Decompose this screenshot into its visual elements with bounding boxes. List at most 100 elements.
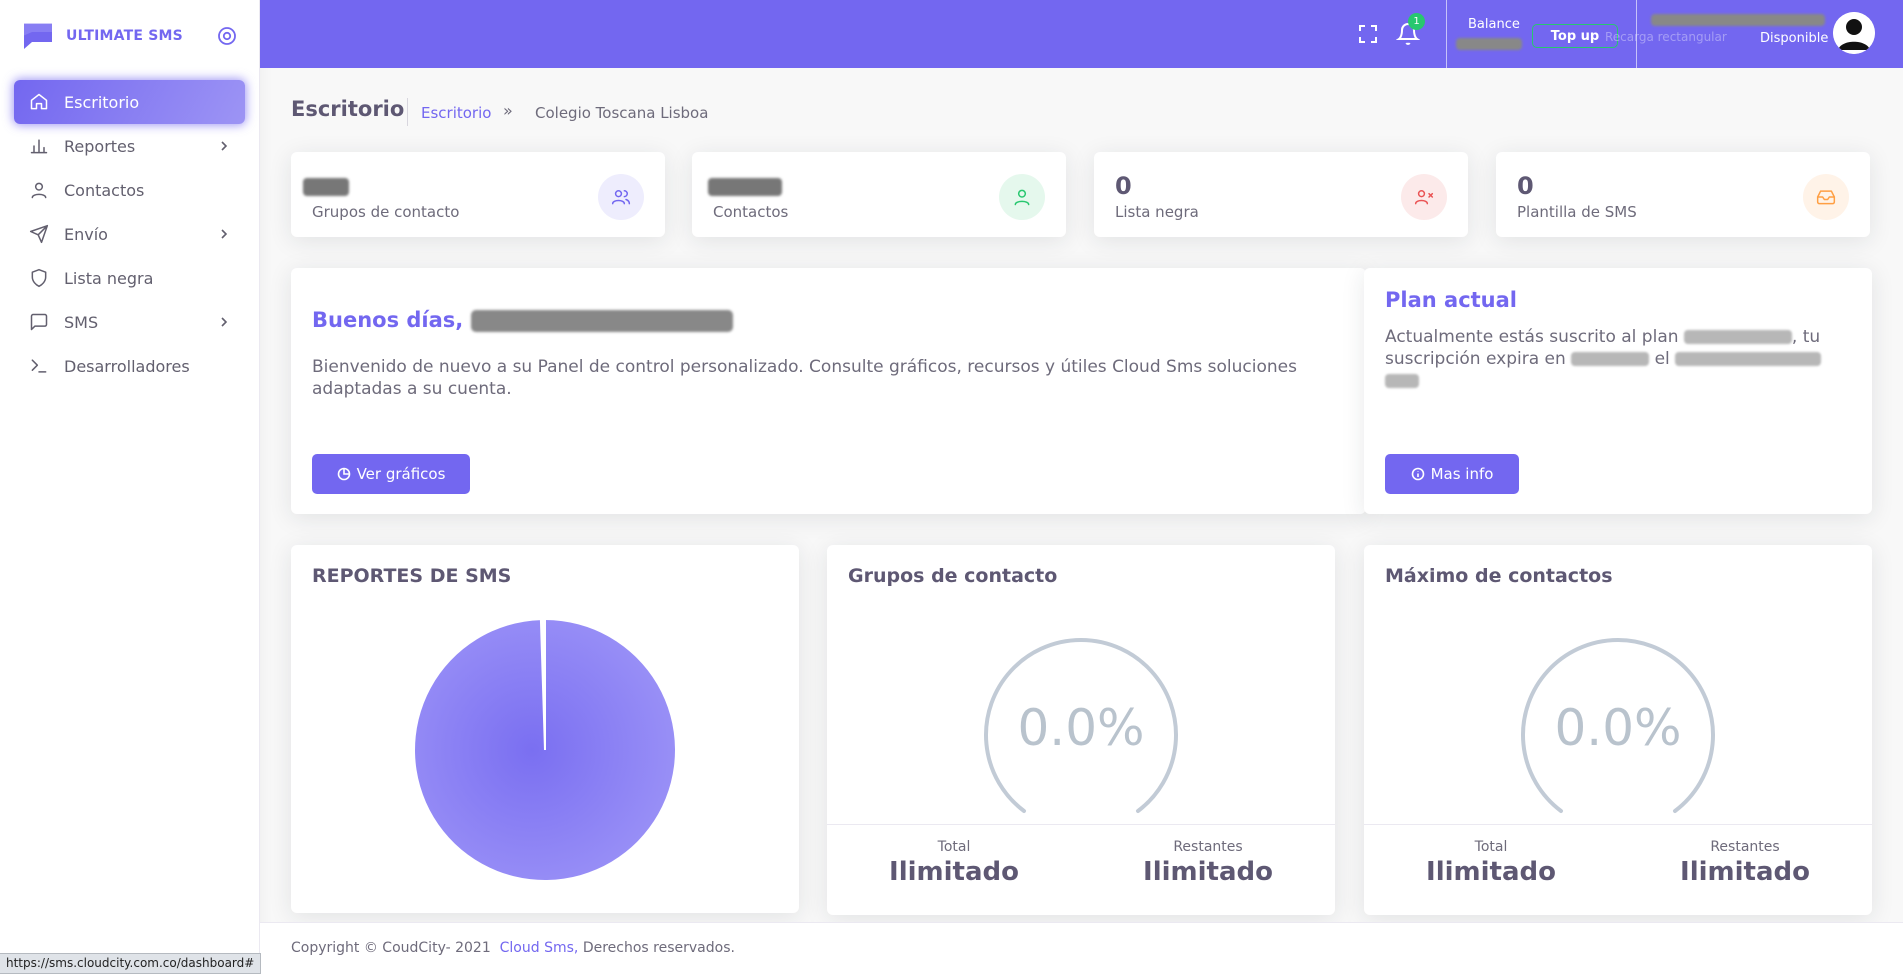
sidebar-item-label: Lista negra: [64, 268, 154, 288]
sidebar-item-label: Contactos: [64, 180, 145, 200]
chevron-right-icon: [221, 141, 228, 151]
max-contacts-radial-chart: 0.0%: [1518, 628, 1718, 828]
notification-badge: 1: [1408, 13, 1425, 30]
max-contacts-card: Máximo de contactos 0.0% Total Ilimitado…: [1364, 545, 1872, 915]
send-icon: [28, 223, 50, 245]
total-value: Ilimitado: [889, 857, 1019, 887]
stat-value-redacted: [708, 178, 782, 196]
user-status-label: Disponible: [1760, 31, 1829, 46]
topbar-divider: [1636, 0, 1637, 68]
sidebar-item-contactos[interactable]: Contactos: [14, 168, 245, 212]
footer-text: Copyright © CoudCity- 2021 Cloud Sms, De…: [291, 940, 735, 956]
copyright-text: Copyright © CoudCity- 2021: [291, 940, 491, 956]
breadcrumb-separator: »: [503, 101, 513, 120]
message-square-icon: [28, 311, 50, 333]
plan-duration-redacted: [1571, 352, 1650, 366]
stat-label: Plantilla de SMS: [1517, 203, 1637, 221]
plan-card: Plan actual Actualmente estás suscrito a…: [1364, 268, 1872, 514]
sidebar-item-sms[interactable]: SMS: [14, 300, 245, 344]
total-value: Ilimitado: [1426, 857, 1556, 887]
contact-groups-card: Grupos de contacto 0.0% Total Ilimitado …: [827, 545, 1335, 915]
bar-chart-icon: [28, 135, 50, 157]
remaining-label: Restantes: [1710, 839, 1780, 855]
stat-card: 0 Plantilla de SMS: [1496, 152, 1870, 237]
greeting-text: Buenos días,: [312, 308, 464, 332]
contact-groups-radial-chart: 0.0%: [981, 628, 1181, 828]
view-charts-button[interactable]: Ver gráficos: [312, 454, 470, 494]
sidebar-item-envio[interactable]: Envío: [14, 212, 245, 256]
shield-icon: [28, 267, 50, 289]
status-bar-url: https://sms.cloudcity.com.co/dashboard#: [0, 953, 262, 974]
terminal-icon: [28, 355, 50, 377]
chat-logo-icon: [24, 23, 52, 49]
max-contacts-remaining: Restantes Ilimitado: [1618, 825, 1872, 914]
user-x-icon: [1401, 174, 1447, 220]
sidebar-item-desarrolladores[interactable]: Desarrolladores: [14, 344, 245, 388]
sidebar-item-reportes[interactable]: Reportes: [14, 124, 245, 168]
chevron-right-icon: [221, 229, 228, 239]
sidebar-item-label: Escritorio: [64, 92, 140, 112]
fullscreen-icon[interactable]: [1356, 22, 1380, 46]
plan-title: Plan actual: [1385, 288, 1517, 312]
user-icon: [28, 179, 50, 201]
more-info-label: Mas info: [1430, 465, 1494, 483]
sidebar-item-label: Reportes: [64, 136, 136, 156]
breadcrumb-link[interactable]: Escritorio: [421, 104, 491, 122]
plan-text-1: Actualmente estás suscrito al plan: [1385, 327, 1679, 347]
contact-groups-percent: 0.0%: [1017, 699, 1145, 757]
greeting-title: Buenos días,: [312, 308, 733, 332]
brand-name: ULTIMATE SMS: [66, 28, 183, 44]
info-icon: [1411, 467, 1424, 481]
plan-text-3: el: [1654, 349, 1670, 369]
stat-card: 0 Lista negra: [1094, 152, 1468, 237]
user-name-redacted: [470, 310, 733, 332]
contact-groups-remaining: Restantes Ilimitado: [1081, 825, 1335, 914]
user-avatar-icon: [1833, 12, 1875, 54]
stat-card: Contactos: [692, 152, 1066, 237]
balance-value-redacted: [1456, 38, 1522, 50]
contact-groups-footer: Total Ilimitado Restantes Ilimitado: [827, 824, 1335, 914]
pie-chart-icon: [337, 467, 350, 481]
chevron-right-icon: [221, 317, 228, 327]
sidebar-item-escritorio[interactable]: Escritorio: [14, 80, 245, 124]
breadcrumb-divider: [407, 98, 408, 126]
sidebar: ULTIMATE SMS Escritorio Reportes Contactos…: [0, 0, 260, 974]
stat-value: 0: [1115, 172, 1132, 200]
plan-expiry-date-redacted-2: [1385, 374, 1419, 388]
greeting-card: Buenos días, Bienvenido de nuevo a su Pa…: [291, 268, 1366, 514]
brand[interactable]: ULTIMATE SMS: [0, 0, 259, 72]
user-name-redacted: [1651, 14, 1825, 26]
more-info-button[interactable]: Mas info: [1385, 454, 1519, 494]
stat-value-redacted: [303, 178, 349, 196]
breadcrumb-current: Colegio Toscana Lisboa: [535, 104, 709, 122]
topbar-divider: [1446, 0, 1447, 68]
footer-link[interactable]: Cloud Sms,: [500, 940, 579, 956]
remaining-value: Ilimitado: [1680, 857, 1810, 887]
sidebar-toggle-icon[interactable]: [217, 26, 237, 46]
topup-hint-text: Recarga rectangular: [1605, 30, 1727, 44]
stat-value: 0: [1517, 172, 1534, 200]
rights-text: Derechos reservados.: [582, 940, 735, 956]
sidebar-item-lista-negra[interactable]: Lista negra: [14, 256, 245, 300]
contact-groups-title: Grupos de contacto: [848, 565, 1058, 587]
sidebar-item-label: Envío: [64, 224, 108, 244]
total-label: Total: [1474, 839, 1508, 855]
sms-report-pie-chart[interactable]: [291, 545, 799, 913]
topbar: 1 Balance Top up Recarga rectangular Dis…: [260, 0, 1903, 68]
stat-label: Lista negra: [1115, 203, 1199, 221]
avatar[interactable]: [1833, 12, 1875, 54]
greeting-body: Bienvenido de nuevo a su Panel de contro…: [312, 357, 1297, 399]
contact-groups-total: Total Ilimitado: [827, 825, 1081, 914]
home-icon: [28, 91, 50, 113]
plan-name-redacted: [1683, 330, 1792, 344]
page-footer: Copyright © CoudCity- 2021 Cloud Sms, De…: [260, 922, 1903, 974]
max-contacts-total: Total Ilimitado: [1364, 825, 1618, 914]
max-contacts-percent: 0.0%: [1554, 699, 1682, 757]
sidebar-item-label: SMS: [64, 312, 99, 332]
max-contacts-title: Máximo de contactos: [1385, 565, 1613, 587]
balance-label: Balance: [1468, 17, 1520, 32]
remaining-label: Restantes: [1173, 839, 1243, 855]
view-charts-label: Ver gráficos: [356, 465, 446, 483]
max-contacts-footer: Total Ilimitado Restantes Ilimitado: [1364, 824, 1872, 914]
sms-report-card: REPORTES DE SMS: [291, 545, 799, 913]
